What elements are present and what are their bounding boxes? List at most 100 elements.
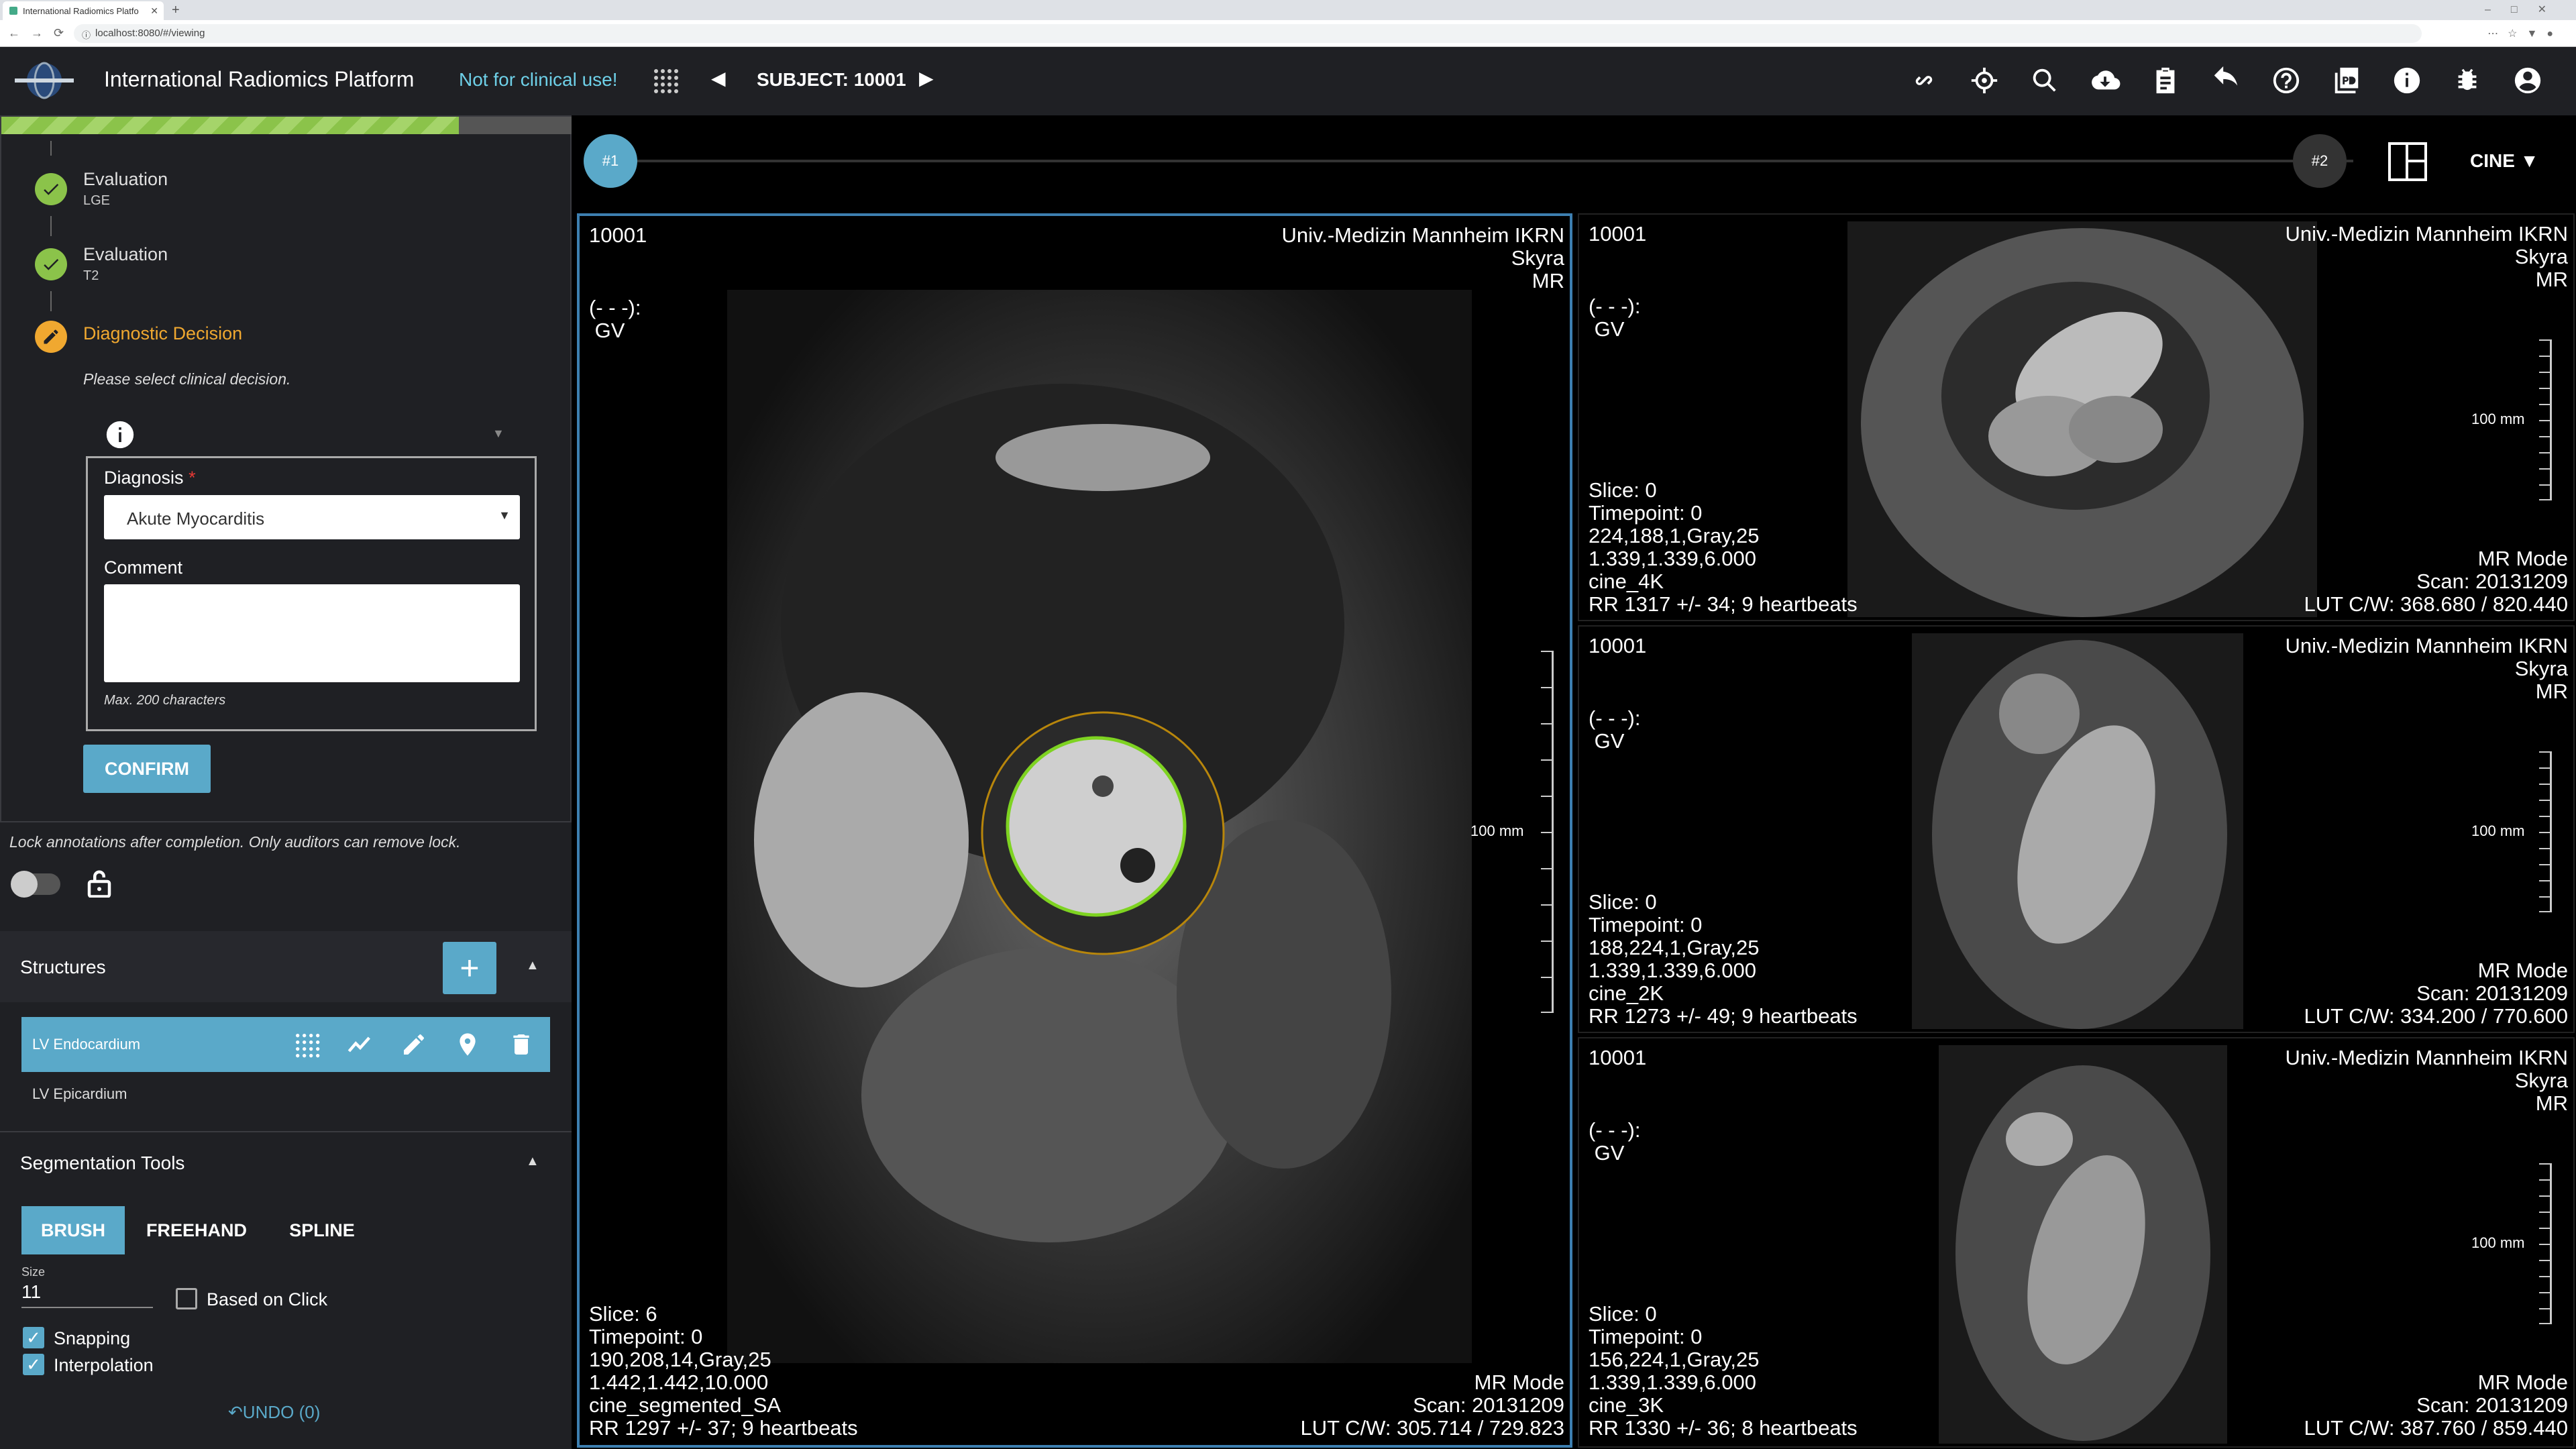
pdf-icon[interactable] (2328, 62, 2365, 99)
next-subject-icon[interactable]: ▶ (919, 67, 934, 89)
trend-line-icon[interactable] (343, 1028, 377, 1061)
mri-image-4-chamber (1847, 221, 2317, 617)
undo-button[interactable]: ↶UNDO (0) (228, 1402, 320, 1423)
account-icon[interactable] (2509, 62, 2546, 99)
lock-note: Lock annotations after completion. Only … (9, 833, 461, 851)
pencil-icon[interactable] (397, 1028, 431, 1061)
diagnosis-label: Diagnosis * (104, 468, 196, 488)
timeline-end-marker[interactable]: #2 (2293, 134, 2347, 188)
viewer-timeline: #1 #2 CINE ▼ (572, 115, 2576, 209)
app-title: International Radiomics Platform (104, 67, 415, 91)
workflow-progress-fill (1, 117, 459, 134)
help-icon[interactable] (2267, 62, 2305, 99)
mri-image-2-chamber (1912, 633, 2243, 1029)
size-input[interactable]: 11 (21, 1281, 153, 1308)
mri-image-3-chamber (1939, 1045, 2227, 1444)
viewport-info: Slice: 0 Timepoint: 0 224,188,1,Gray,25 … (1589, 478, 1858, 616)
layout-grid-icon[interactable] (2388, 142, 2427, 181)
snapping-label: Snapping (54, 1328, 131, 1348)
viewport-4ch[interactable]: 10001 Univ.-Medizin Mannheim IKRN Skyra … (1578, 213, 2575, 621)
info-circle-icon: ⓘ (82, 30, 91, 40)
based-on-click-checkbox[interactable] (176, 1288, 197, 1309)
step-3-title[interactable]: Diagnostic Decision (83, 323, 242, 344)
section-divider (0, 1131, 572, 1132)
url-field[interactable]: ⓘ localhost:8080/#/viewing (74, 24, 2422, 43)
step-1-title[interactable]: Evaluation (83, 169, 168, 190)
add-structure-button[interactable]: + (443, 942, 496, 994)
structure-name: LV Endocardium (32, 1036, 141, 1053)
link-icon[interactable] (1905, 62, 1943, 99)
scale-bar (2525, 339, 2552, 500)
dot-grid-icon[interactable] (652, 67, 679, 94)
new-tab-icon[interactable]: + (172, 3, 180, 18)
undo-icon[interactable] (2207, 62, 2245, 99)
workflow-panel: Evaluation LGE Evaluation T2 Diagnostic … (0, 115, 573, 822)
viewport-id: 10001 (589, 223, 647, 247)
tab-brush[interactable]: BRUSH (21, 1206, 125, 1254)
timeline-track[interactable] (609, 160, 2353, 162)
diagnosis-select[interactable]: Akute Myocarditis ▼ (104, 495, 520, 539)
step-connector (50, 291, 52, 311)
mri-image-short-axis (727, 290, 1472, 1363)
browser-nav-icons[interactable]: ←→⟳ (8, 26, 74, 40)
timeline-start-marker[interactable]: #1 (584, 134, 637, 188)
viewport-2ch[interactable]: 10001 Univ.-Medizin Mannheim IKRN Skyra … (1578, 625, 2575, 1033)
location-pin-icon[interactable] (451, 1028, 484, 1061)
step-1-sub: LGE (83, 193, 111, 208)
dropdown-arrow-icon: ▼ (2520, 150, 2539, 171)
lock-toggle[interactable] (11, 871, 60, 898)
size-label: Size (21, 1265, 46, 1279)
step-2-sub: T2 (83, 268, 99, 283)
viewport-institution: Univ.-Medizin Mannheim IKRN Skyra MR (2285, 1046, 2569, 1115)
prev-subject-icon[interactable]: ◀ (711, 67, 726, 89)
info-icon[interactable] (2388, 62, 2426, 99)
browser-extension-icons[interactable]: ⋯☆▼● (2487, 27, 2563, 40)
comment-textarea[interactable] (104, 584, 520, 682)
trash-icon[interactable] (504, 1028, 538, 1061)
viewport-info: Slice: 0 Timepoint: 0 156,224,1,Gray,25 … (1589, 1302, 1858, 1440)
viewport-mode: MR Mode Scan: 20131209 LUT C/W: 368.680 … (2304, 547, 2569, 616)
step-connector (50, 216, 52, 236)
viewport-window: (- - -): GV (589, 296, 641, 342)
comment-label: Comment (104, 557, 183, 578)
dot-grid-icon[interactable] (290, 1028, 323, 1061)
scale-bar (2525, 1163, 2552, 1324)
info-circle-icon[interactable] (105, 420, 135, 449)
viewport-mode: MR Mode Scan: 20131209 LUT C/W: 334.200 … (2304, 959, 2569, 1028)
collapse-structures-icon[interactable]: ▲ (526, 958, 539, 973)
window-controls[interactable]: –□✕ (2485, 3, 2567, 16)
close-tab-icon[interactable]: ✕ (150, 5, 158, 17)
interpolation-checkbox[interactable]: ✓ (23, 1354, 44, 1375)
browser-tab[interactable]: International Radiomics Platfo ✕ (3, 1, 164, 20)
browser-tab-title: International Radiomics Platfo (23, 6, 139, 16)
step-2-title[interactable]: Evaluation (83, 244, 168, 265)
tab-spline[interactable]: SPLINE (268, 1206, 376, 1254)
bug-icon[interactable] (2449, 62, 2486, 99)
expand-caret-icon[interactable]: ▼ (492, 427, 504, 441)
confirm-button[interactable]: CONFIRM (83, 745, 211, 793)
crosshair-icon[interactable] (1966, 62, 2003, 99)
collapse-segmentation-icon[interactable]: ▲ (526, 1154, 539, 1169)
instruction-text: Please select clinical decision. (83, 370, 291, 388)
step-done-check-icon (35, 248, 67, 280)
step-connector (50, 141, 52, 156)
max-chars-hint: Max. 200 characters (104, 693, 226, 708)
segmentation-tabs: BRUSH FREEHAND SPLINE (21, 1206, 376, 1254)
diagnosis-value: Akute Myocarditis (127, 508, 265, 529)
viewport-window: (- - -): GV (1589, 294, 1641, 341)
viewport-info: Slice: 0 Timepoint: 0 188,224,1,Gray,25 … (1589, 890, 1858, 1028)
url-text: localhost:8080/#/viewing (95, 28, 205, 39)
viewport-main[interactable]: 10001 Univ.-Medizin Mannheim IKRN Skyra … (577, 213, 1572, 1448)
structure-item-lv-epicardium[interactable]: LV Epicardium (32, 1085, 127, 1103)
viewport-info: Slice: 6 Timepoint: 0 190,208,14,Gray,25… (589, 1302, 858, 1440)
series-select[interactable]: CINE ▼ (2470, 150, 2538, 172)
lock-open-icon (87, 870, 111, 898)
snapping-checkbox[interactable]: ✓ (23, 1327, 44, 1348)
based-on-click-label: Based on Click (207, 1289, 328, 1309)
cloud-download-icon[interactable] (2086, 62, 2124, 99)
tab-freehand[interactable]: FREEHAND (125, 1206, 268, 1254)
clipboard-icon[interactable] (2147, 62, 2184, 99)
viewport-3ch[interactable]: 10001 Univ.-Medizin Mannheim IKRN Skyra … (1578, 1037, 2575, 1448)
zoom-icon[interactable] (2026, 62, 2063, 99)
structure-item-lv-endocardium[interactable]: LV Endocardium (21, 1017, 550, 1072)
